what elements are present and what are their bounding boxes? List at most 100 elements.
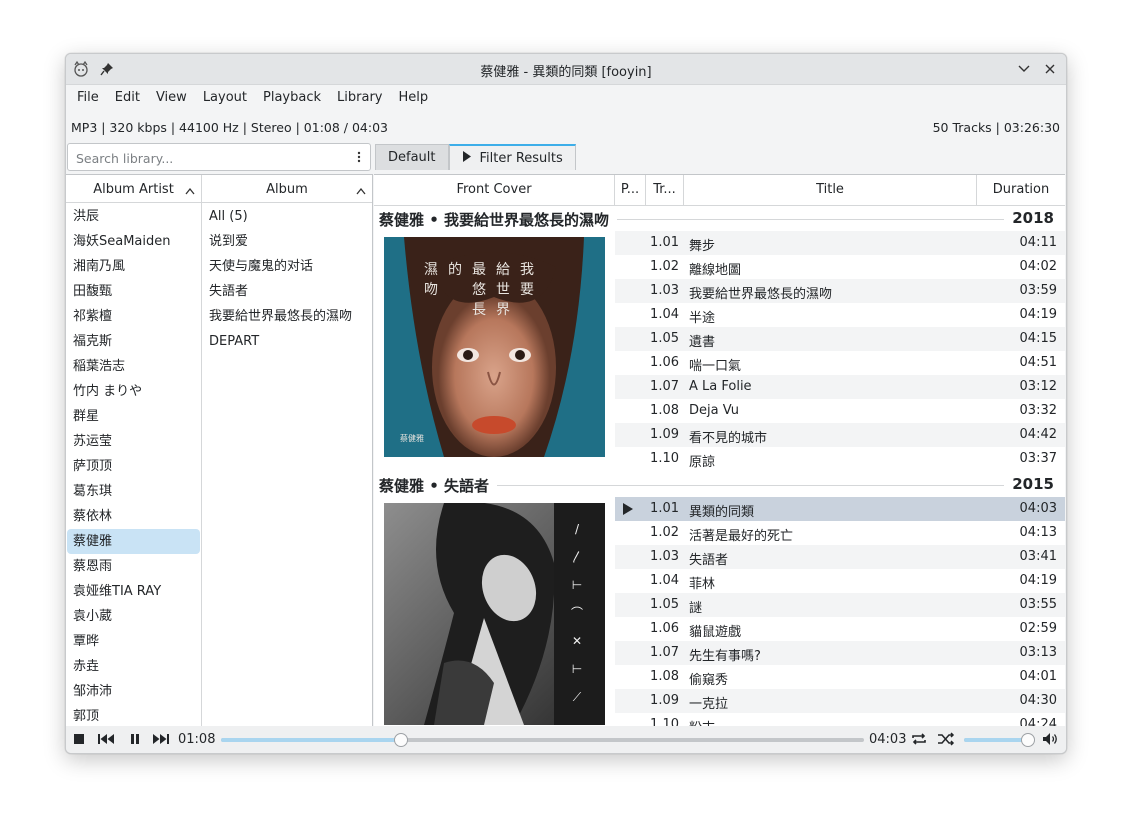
track-title: 半途 <box>689 311 716 326</box>
stop-icon[interactable] <box>70 731 88 747</box>
track-duration: 04:02 <box>1019 259 1057 274</box>
track-row[interactable]: 1.06 喘一口氣 04:51 <box>615 351 1065 375</box>
seek-handle[interactable] <box>394 733 409 747</box>
track-row[interactable]: 1.08 Deja Vu 03:32 <box>615 399 1065 423</box>
track-number: 1.07 <box>650 645 679 660</box>
chevron-down-icon[interactable] <box>1014 59 1034 79</box>
album-item[interactable]: 说到爱 <box>202 229 372 254</box>
elapsed-time: 01:08 <box>178 732 216 747</box>
artist-item[interactable]: 群星 <box>67 404 200 429</box>
album-group-year: 2018 <box>1004 209 1054 227</box>
album-item[interactable]: 失語者 <box>202 279 372 304</box>
transport-bar: 01:08 04:03 <box>66 726 1066 753</box>
artist-item[interactable]: 蔡恩雨 <box>67 554 200 579</box>
album-group-title: 蔡健雅 • 失語者 <box>379 475 498 496</box>
artist-item[interactable]: 覃晔 <box>67 629 200 654</box>
album-item[interactable]: 天使与魔鬼的对话 <box>202 254 372 279</box>
volume-handle[interactable] <box>1021 733 1035 747</box>
album-header[interactable]: Album <box>202 175 372 203</box>
track-row[interactable]: 1.05 遺書 04:15 <box>615 327 1065 351</box>
track-row[interactable]: 1.10 原諒 03:37 <box>615 447 1065 471</box>
artist-item[interactable]: 萨顶顶 <box>67 454 200 479</box>
track-row[interactable]: 1.04 半途 04:19 <box>615 303 1065 327</box>
album-cover-image: / 〳 ⊢ ⌒ ✕ ⊢ ⟋ <box>384 503 605 725</box>
artist-item[interactable]: 赤垚 <box>67 654 200 679</box>
album-item[interactable]: DEPART <box>202 329 372 354</box>
volume-slider[interactable] <box>964 738 1028 742</box>
track-row[interactable]: 1.08 偷窺秀 04:01 <box>615 665 1065 689</box>
tab-label: Filter Results <box>479 150 563 166</box>
track-row[interactable]: 1.02 活著是最好的死亡 04:13 <box>615 521 1065 545</box>
track-row[interactable]: 1.03 失語者 03:41 <box>615 545 1065 569</box>
close-icon[interactable] <box>1040 59 1060 79</box>
column-front-cover[interactable]: Front Cover <box>374 175 615 205</box>
track-title: 菲林 <box>689 577 716 592</box>
artist-item[interactable]: 葛东琪 <box>67 479 200 504</box>
play-icon <box>462 150 472 166</box>
column-title[interactable]: Title <box>684 175 977 205</box>
library-filter-panel: Album Artist Album 洪辰 海妖SeaMaiden 湘南乃風 田馥甄祁… <box>66 174 373 726</box>
previous-icon[interactable] <box>97 731 115 747</box>
track-row[interactable]: 1.03 我要給世界最悠長的濕吻 03:59 <box>615 279 1065 303</box>
volume-level <box>964 738 1028 742</box>
cover-title-text: 濕 的 最 給 我 吻 悠 世 要 長 界 <box>424 259 544 319</box>
menu-edit[interactable]: Edit <box>107 86 148 110</box>
artist-item[interactable]: 福克斯 <box>67 329 200 354</box>
artist-item[interactable]: 蔡依林 <box>67 504 200 529</box>
artist-item[interactable]: 湘南乃風 <box>67 254 200 279</box>
column-duration[interactable]: Duration <box>977 175 1065 205</box>
track-number: 1.03 <box>650 283 679 298</box>
track-row[interactable]: 1.10 粉末 04:24 <box>615 713 1065 726</box>
artist-item[interactable]: 竹内 まりや <box>67 379 200 404</box>
track-row[interactable]: 1.01 異類的同類 04:03 <box>615 497 1065 521</box>
artist-item[interactable]: 海妖SeaMaiden <box>67 229 200 254</box>
album-item[interactable]: 我要給世界最悠長的濕吻 <box>202 304 372 329</box>
track-row[interactable]: 1.09 一克拉 04:30 <box>615 689 1065 713</box>
menu-playback[interactable]: Playback <box>255 86 329 110</box>
artist-item[interactable]: 苏运莹 <box>67 429 200 454</box>
track-row[interactable]: 1.05 謎 03:55 <box>615 593 1065 617</box>
search-input[interactable] <box>74 148 348 168</box>
menu-help[interactable]: Help <box>391 86 437 110</box>
next-icon[interactable] <box>152 731 170 747</box>
track-row[interactable]: 1.07 先生有事嗎? 03:13 <box>615 641 1065 665</box>
artist-item[interactable]: 祁紫檀 <box>67 304 200 329</box>
seek-slider[interactable] <box>221 738 864 742</box>
artist-item[interactable]: 蔡健雅 <box>67 529 200 554</box>
track-number: 1.09 <box>650 693 679 708</box>
menu-library[interactable]: Library <box>329 86 390 110</box>
track-row[interactable]: 1.06 貓鼠遊戲 02:59 <box>615 617 1065 641</box>
menu-file[interactable]: File <box>69 86 107 110</box>
kebab-menu-icon[interactable] <box>356 149 362 165</box>
cover-char: 悠 <box>472 282 486 298</box>
artist-item[interactable]: 田馥甄 <box>67 279 200 304</box>
pause-icon[interactable] <box>126 731 144 747</box>
menu-view[interactable]: View <box>148 86 195 110</box>
track-row[interactable]: 1.04 菲林 04:19 <box>615 569 1065 593</box>
track-duration: 04:19 <box>1019 573 1057 588</box>
album-list: All (5) 说到爱 天使与魔鬼的对话 失語者 我要給世界最悠長的濕吻 DEPART <box>202 204 372 726</box>
column-track[interactable]: Tr... <box>646 175 684 205</box>
artist-item[interactable]: 郭顶 <box>67 704 200 726</box>
track-row[interactable]: 1.07 A La Folie 03:12 <box>615 375 1065 399</box>
artist-item[interactable]: 邹沛沛 <box>67 679 200 704</box>
volume-icon[interactable] <box>1042 731 1060 747</box>
artist-item[interactable]: 洪辰 <box>67 204 200 229</box>
track-row[interactable]: 1.02 離線地圖 04:02 <box>615 255 1065 279</box>
track-duration: 03:59 <box>1019 283 1057 298</box>
track-row[interactable]: 1.09 看不見的城市 04:42 <box>615 423 1065 447</box>
track-duration: 04:24 <box>1019 717 1057 726</box>
track-duration: 03:12 <box>1019 379 1057 394</box>
tab-default[interactable]: Default <box>375 144 449 170</box>
album-artist-header[interactable]: Album Artist <box>66 175 201 203</box>
column-playing[interactable]: P... <box>615 175 646 205</box>
artist-item[interactable]: 袁小葳 <box>67 604 200 629</box>
artist-item[interactable]: 袁娅维TIA RAY <box>67 579 200 604</box>
menu-layout[interactable]: Layout <box>195 86 255 110</box>
artist-item[interactable]: 稲葉浩志 <box>67 354 200 379</box>
tab-filter-results[interactable]: Filter Results <box>448 144 576 170</box>
track-row[interactable]: 1.01 舞步 04:11 <box>615 231 1065 255</box>
repeat-icon[interactable] <box>910 731 928 747</box>
shuffle-icon[interactable] <box>937 731 955 747</box>
album-item[interactable]: All (5) <box>202 204 372 229</box>
